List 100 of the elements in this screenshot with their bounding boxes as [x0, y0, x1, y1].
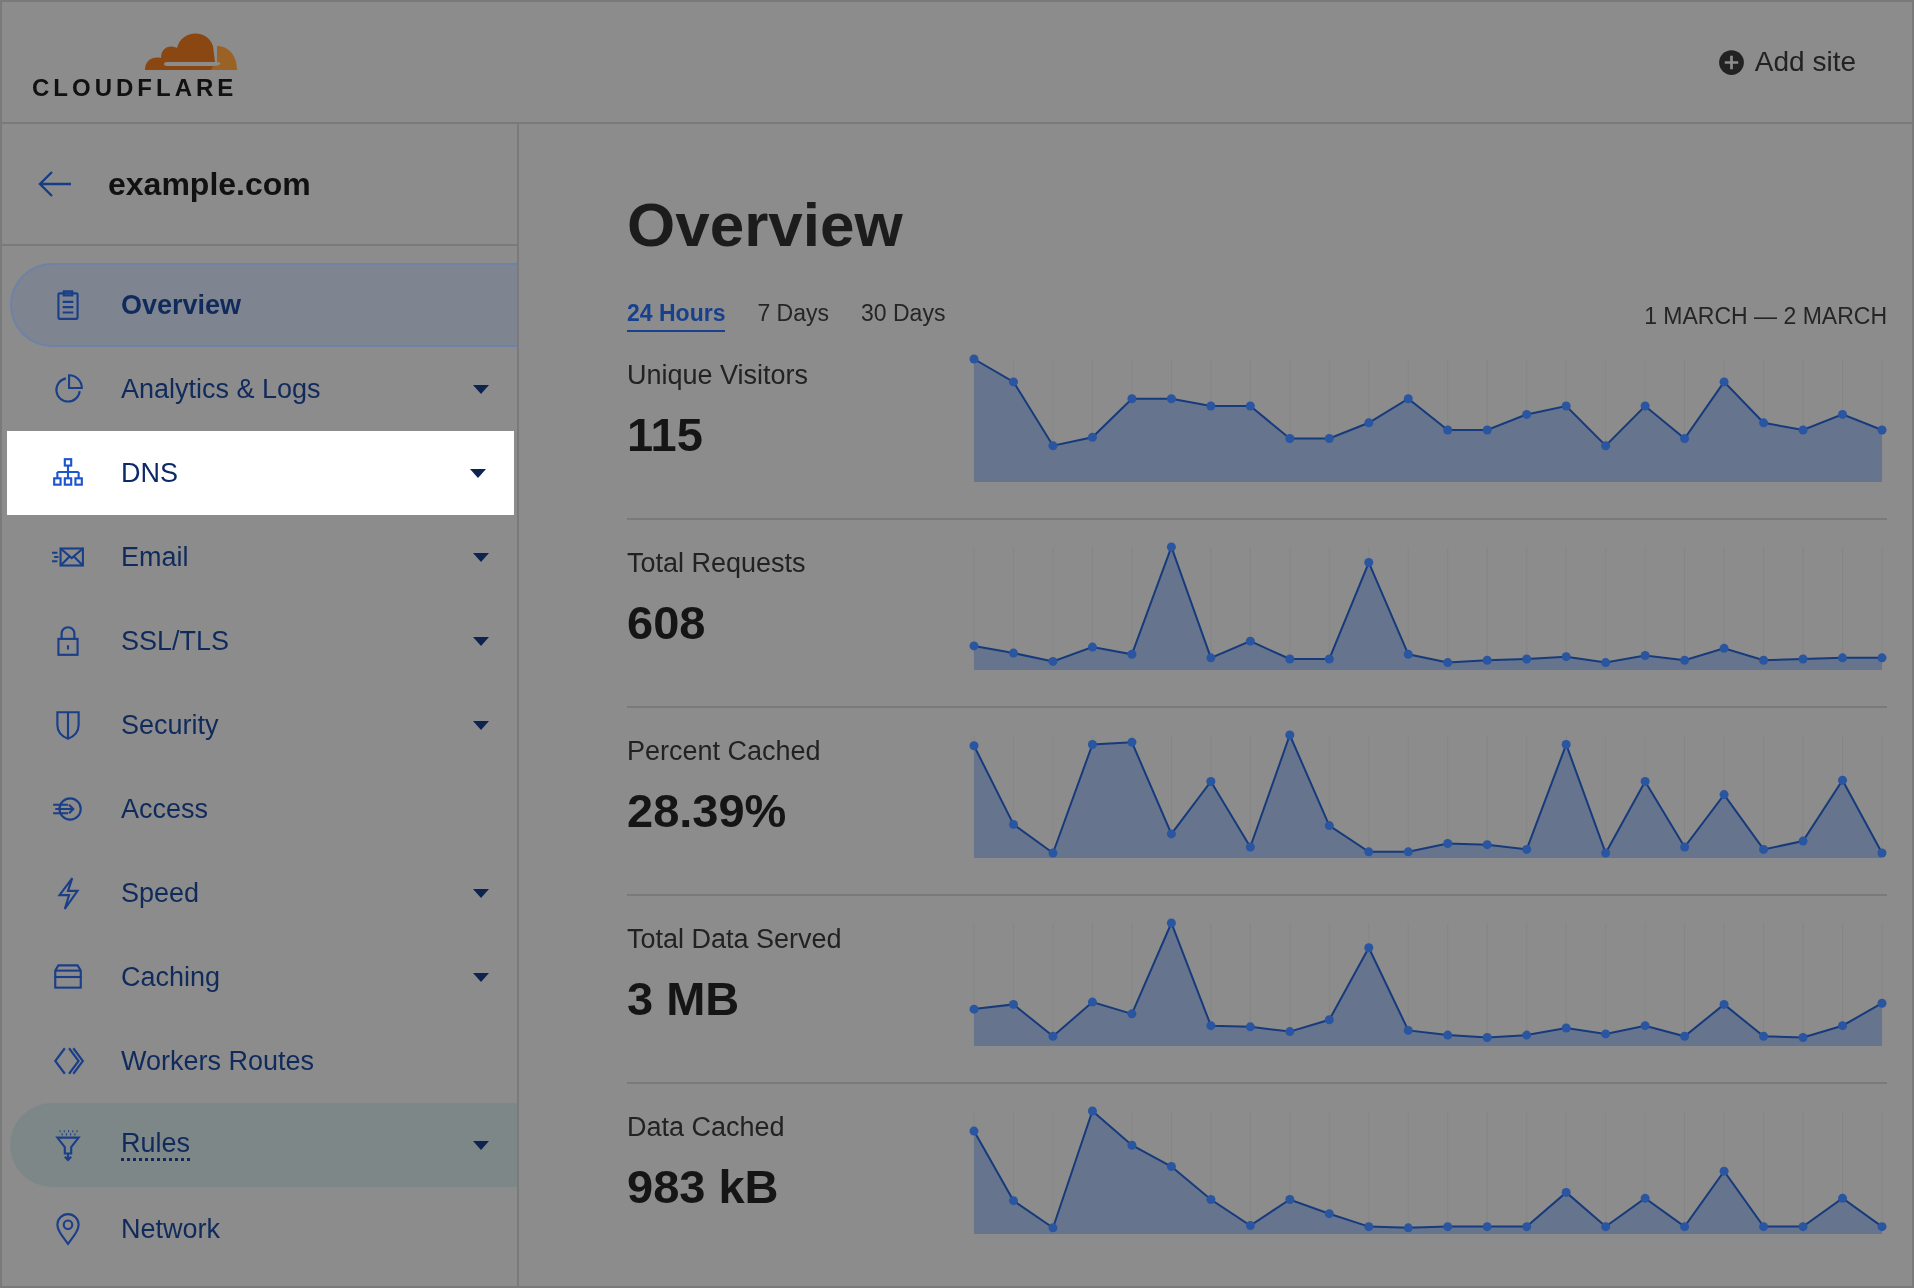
sparkline-point: [1324, 433, 1334, 443]
nav-item[interactable]: DNS: [7, 431, 514, 515]
sparkline-point: [1601, 441, 1611, 451]
metric-label: Data Cached: [627, 1112, 785, 1143]
time-range-tab[interactable]: 24 Hours: [627, 300, 726, 332]
metric-value: 608: [627, 595, 707, 650]
sparkline-point: [1087, 740, 1097, 750]
plus-circle-icon: [1717, 48, 1745, 76]
sparkline-point: [1206, 401, 1216, 411]
sparkline-point: [1403, 847, 1413, 857]
sparkline-point: [1877, 998, 1887, 1008]
nav-item[interactable]: SSL/TLS: [10, 599, 517, 683]
sparkline-point: [1561, 652, 1571, 662]
sparkline-point: [1759, 655, 1769, 665]
sparkline-point: [1285, 1027, 1295, 1037]
sparkline-point: [1443, 1222, 1453, 1232]
sparkline-point: [1680, 1222, 1690, 1232]
sparkline-point: [1127, 737, 1137, 747]
metric-value: 983 kB: [627, 1159, 780, 1214]
sparkline-point: [1364, 847, 1374, 857]
sparkline-point: [1798, 1222, 1808, 1232]
page-title: Overview: [627, 194, 904, 256]
nav-item[interactable]: Analytics & Logs: [10, 347, 517, 431]
nav-item[interactable]: Security: [10, 683, 517, 767]
sparkline-point: [1048, 656, 1058, 666]
sparkline-point: [1640, 401, 1650, 411]
metric-value: 3 MB: [627, 971, 741, 1026]
sparkline-point: [1522, 844, 1532, 854]
sparkline-point: [1166, 918, 1176, 928]
nav-item[interactable]: Email: [10, 515, 517, 599]
sparkline-point: [1719, 377, 1729, 387]
sparkline-point: [1285, 730, 1295, 740]
sparkline-point: [1877, 1222, 1887, 1232]
sparkline-point: [1759, 1222, 1769, 1232]
sparkline-point: [1601, 658, 1611, 668]
sparkline-point: [1838, 1193, 1847, 1203]
sparkline-point: [1838, 1021, 1847, 1031]
sparkline-point: [1245, 1022, 1255, 1032]
sparkline-point: [1482, 425, 1492, 435]
sparkline-point: [1324, 1015, 1334, 1025]
sparkline-point: [1561, 740, 1571, 750]
sparkline-point: [969, 641, 979, 651]
logo-wordmark[interactable]: CLOUDFLARE: [32, 74, 238, 102]
sparkline-point: [1838, 653, 1847, 663]
sparkline-point: [1127, 394, 1137, 404]
sparkline-point: [1364, 943, 1374, 953]
sparkline-point: [1009, 999, 1018, 1009]
time-range-tab[interactable]: 7 Days: [757, 300, 830, 332]
sparkline-point: [1443, 1030, 1453, 1040]
sparkline-point: [1680, 655, 1690, 665]
sparkline-point: [1798, 836, 1808, 846]
sparkline-point: [1443, 658, 1453, 668]
sparkline-point: [1206, 1021, 1216, 1031]
sparkline-point: [1285, 1195, 1295, 1204]
nav-item[interactable]: Overview: [10, 263, 517, 347]
metric-label: Percent Cached: [627, 736, 821, 767]
sparkline-point: [1206, 1195, 1216, 1204]
sparkline-point: [1640, 1193, 1650, 1203]
sparkline-point: [1522, 409, 1532, 419]
sparkline-point: [1324, 654, 1334, 664]
sparkline-point: [1166, 394, 1176, 404]
sparkline-point: [1877, 848, 1887, 858]
sparkline-point: [1680, 842, 1690, 852]
metric-value: 115: [627, 407, 704, 462]
metric-label: Unique Visitors: [627, 360, 809, 391]
sparkline-point: [1285, 433, 1295, 443]
sparkline-point: [1759, 1031, 1769, 1041]
nav-item[interactable]: Rules: [10, 1103, 517, 1187]
sparkline-point: [1087, 642, 1097, 652]
nav-item[interactable]: Network: [10, 1187, 517, 1271]
sparkline-point: [1127, 649, 1137, 659]
sparkline-point: [1166, 1161, 1176, 1171]
sparkline-point: [1838, 775, 1847, 785]
time-range-tab[interactable]: 30 Days: [861, 300, 946, 332]
nav-item[interactable]: Access: [10, 767, 517, 851]
sparkline-point: [1561, 1187, 1571, 1197]
nav-item[interactable]: Workers Routes: [10, 1019, 517, 1103]
sparkline-point: [1009, 1196, 1018, 1206]
sparkline-point: [1482, 840, 1492, 850]
sparkline-point: [969, 354, 979, 364]
sparkline-point: [1601, 1029, 1611, 1039]
sparkline-point: [1877, 653, 1887, 663]
sparkline-point: [1798, 654, 1808, 664]
metric-value: 28.39%: [627, 783, 788, 838]
sparkline-point: [969, 741, 979, 751]
sparkline-point: [1522, 1030, 1532, 1040]
metric-label: Total Data Served: [627, 924, 842, 955]
sparkline-point: [1245, 636, 1255, 646]
sparkline-point: [1245, 842, 1255, 852]
add-site-button[interactable]: Add site: [1717, 40, 1856, 84]
sparkline-point: [1403, 1223, 1413, 1233]
nav-item[interactable]: Caching: [10, 935, 517, 1019]
sparkline-point: [1719, 999, 1729, 1009]
date-range: 1 MARCH — 2 MARCH: [1644, 302, 1887, 330]
sparkline-point: [1561, 401, 1571, 411]
sparkline-point: [1719, 643, 1729, 653]
nav-item[interactable]: Speed: [10, 851, 517, 935]
sparkline-point: [1166, 829, 1176, 839]
back-arrow-icon[interactable]: [38, 170, 72, 198]
sparkline-point: [1206, 653, 1216, 663]
